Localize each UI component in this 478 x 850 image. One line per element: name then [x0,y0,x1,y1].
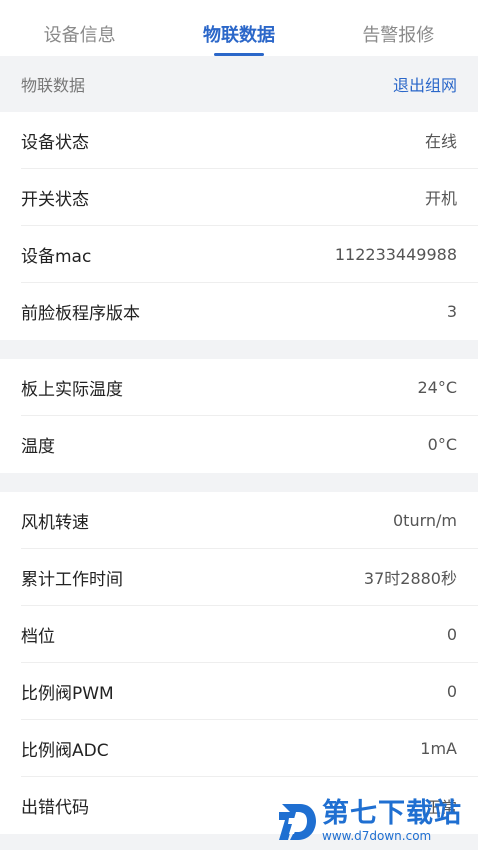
row-label: 板上实际温度 [21,379,123,400]
watermark-name: 第七下载站 [322,798,462,829]
watermark: 第七下载站 www.d7down.com [276,794,472,848]
list-item: 设备状态 在线 [21,112,478,169]
row-value: 0 [446,624,457,644]
tab-alarm-repair[interactable]: 告警报修 [319,0,478,56]
row-value: 在线 [424,132,457,151]
list-item: 比例阀PWM 0 [21,663,478,720]
row-value: 1mA [420,738,457,758]
row-label: 比例阀PWM [21,683,114,704]
list-item: 设备mac 112233449988 [21,226,478,283]
d7-logo-icon [279,804,316,840]
status-group: 设备状态 在线 开关状态 开机 设备mac 112233449988 前脸板程序… [0,112,478,340]
list-item: 累计工作时间 37时2880秒 [21,549,478,606]
runtime-group: 风机转速 0turn/m 累计工作时间 37时2880秒 档位 0 比例阀PWM… [0,492,478,834]
temperature-group: 板上实际温度 24°C 温度 0°C [0,359,478,473]
row-value: 112233449988 [334,244,457,264]
row-value: 开机 [424,189,457,208]
section-header: 物联数据 退出组网 [0,56,478,112]
row-value: 0 [446,681,457,701]
row-label: 风机转速 [21,512,89,533]
list-item: 板上实际温度 24°C [21,359,478,416]
row-label: 出错代码 [21,798,89,818]
list-item: 风机转速 0turn/m [21,492,478,549]
row-value: 37时2880秒 [363,569,457,588]
exit-network-button[interactable]: 退出组网 [393,72,457,96]
list-item: 前脸板程序版本 3 [21,283,478,340]
row-value: 0°C [427,435,457,454]
row-label: 前脸板程序版本 [21,304,140,324]
row-label: 设备mac [21,246,92,267]
row-label: 设备状态 [21,132,89,153]
list-item: 开关状态 开机 [21,169,478,226]
group-divider [0,473,478,492]
row-label: 开关状态 [21,189,89,210]
row-value: 0turn/m [392,510,457,530]
tab-device-info[interactable]: 设备信息 [0,0,159,56]
tab-iot-data[interactable]: 物联数据 [159,0,318,56]
list-item: 档位 0 [21,606,478,663]
row-value: 24°C [417,377,457,397]
row-label: 温度 [21,437,55,457]
row-label: 档位 [21,626,55,647]
group-divider [0,340,478,359]
section-title: 物联数据 [21,76,86,95]
list-item: 温度 0°C [21,416,478,473]
row-label: 比例阀ADC [21,740,109,761]
list-item: 比例阀ADC 1mA [21,720,478,777]
tab-bar: 设备信息 物联数据 告警报修 [0,0,478,56]
row-value: 3 [446,302,457,321]
row-label: 累计工作时间 [21,569,123,590]
watermark-url: www.d7down.com [322,829,432,843]
